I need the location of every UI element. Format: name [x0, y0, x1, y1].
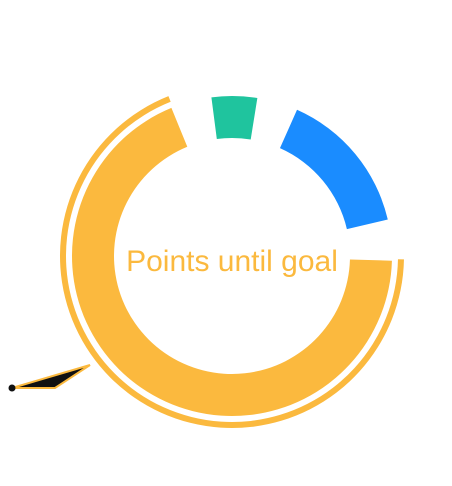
slice-blue[interactable]	[279, 109, 388, 230]
callout-dot	[8, 384, 16, 392]
callout-pointer	[11, 364, 91, 389]
center-label: Points until goal	[126, 245, 338, 278]
slice-teal[interactable]	[211, 96, 258, 140]
donut-chart: Points until goal	[8, 96, 404, 428]
slice-callout	[8, 364, 91, 392]
